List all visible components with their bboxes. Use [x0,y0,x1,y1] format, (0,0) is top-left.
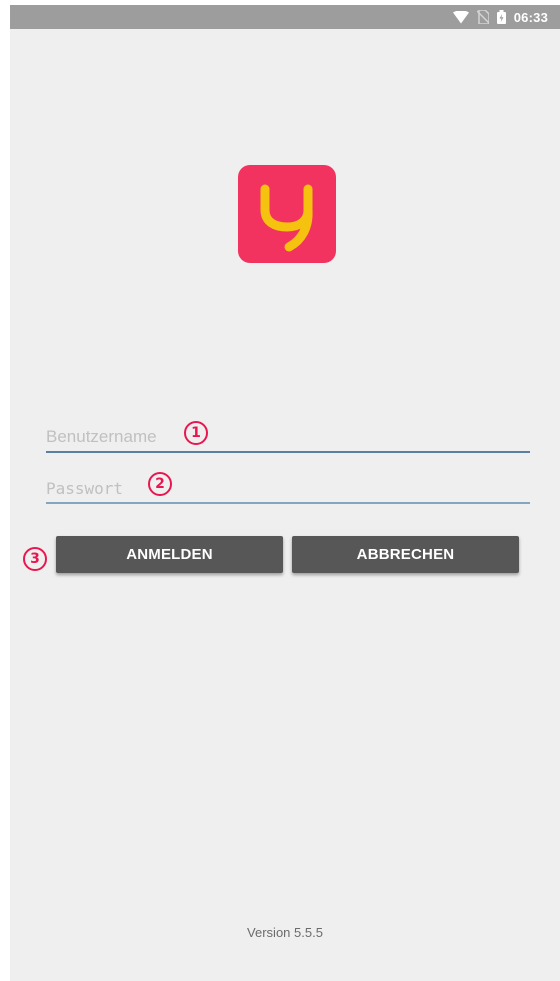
status-time: 06:33 [513,9,548,25]
battery-icon [496,10,506,24]
app-logo [238,165,336,263]
annotation-marker-1: 1 [184,421,208,445]
app-screen: 06:33 1 2 3 ANMELDEN ABBRECHEN Version 5… [10,5,560,981]
annotation-marker-3: 3 [23,547,47,571]
version-label: Version 5.5.5 [247,925,323,940]
cancel-button[interactable]: ABBRECHEN [292,536,519,573]
login-button[interactable]: ANMELDEN [56,536,283,573]
annotation-marker-2: 2 [148,472,172,496]
password-input[interactable] [46,476,530,500]
username-field[interactable] [46,423,530,453]
status-icons: 06:33 [452,5,548,29]
logo-glyph-icon [260,184,313,252]
status-bar: 06:33 [10,5,560,29]
wifi-icon [452,10,469,24]
no-sim-icon [476,10,489,24]
username-input[interactable] [46,425,530,449]
password-field[interactable] [46,474,530,504]
